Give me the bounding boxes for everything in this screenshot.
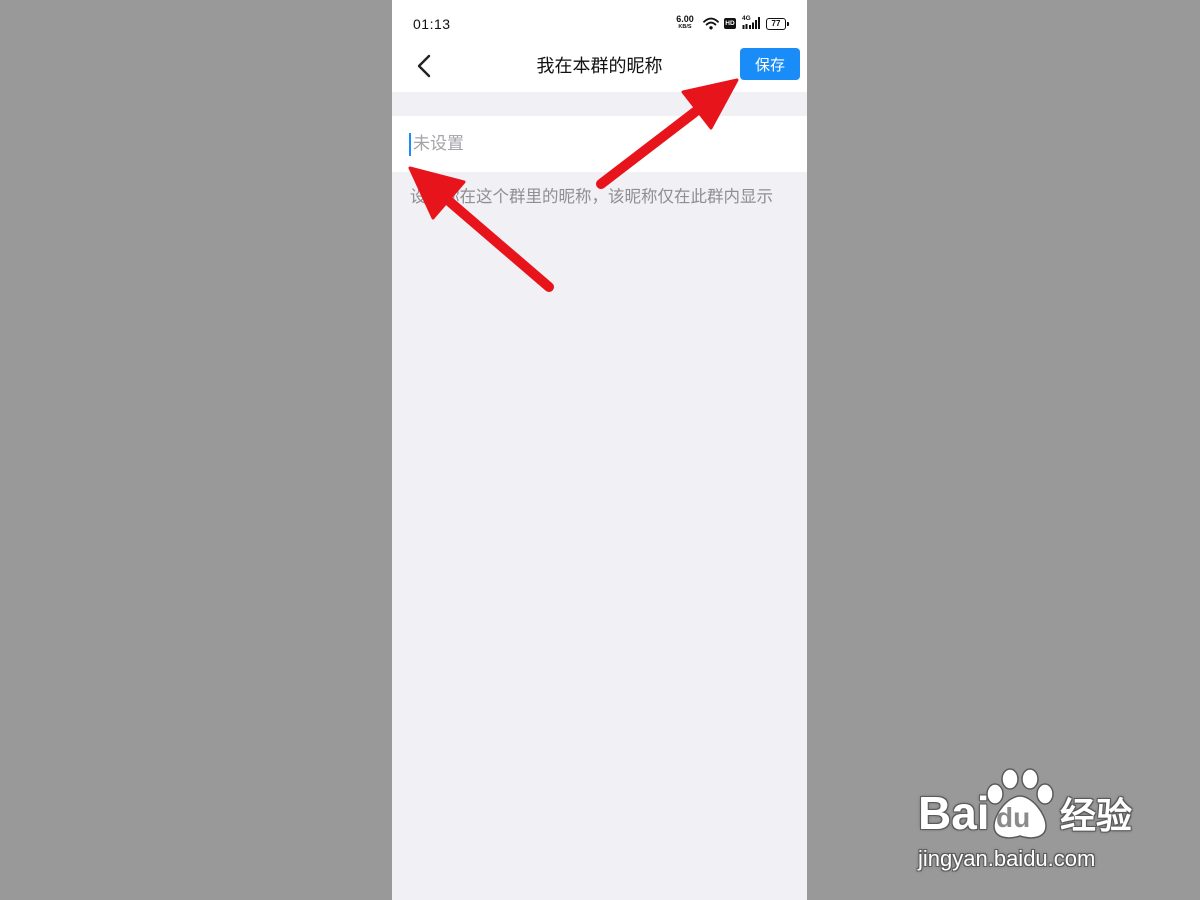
signal-bars-icon	[742, 17, 760, 29]
baidu-jingyan-watermark: Bai du 经验 jingyan.baidu.com	[916, 768, 1148, 876]
back-chevron-icon[interactable]	[416, 54, 432, 78]
hd-voice-badge: HD	[724, 18, 736, 29]
save-button[interactable]: 保存	[740, 48, 800, 80]
watermark-brand-right: 经验	[1060, 795, 1133, 836]
nickname-input-row[interactable]	[392, 116, 807, 172]
status-time: 01:13	[413, 16, 451, 32]
wifi-icon	[703, 17, 719, 30]
top-bar: 01:13 6.00 KB/S HD 4G 77 我在本群的昵称 保存	[392, 0, 807, 92]
text-caret	[409, 133, 411, 156]
watermark-brand-left: Bai	[918, 787, 990, 839]
battery-icon: 77	[766, 18, 789, 30]
network-speed-unit: KB/S	[678, 24, 692, 30]
nickname-hint-text: 设置你在这个群里的昵称，该昵称仅在此群内显示	[410, 188, 773, 206]
watermark-url: jingyan.baidu.com	[918, 846, 1096, 871]
network-speed-value: 6.00	[676, 14, 694, 24]
network-speed-indicator: 6.00 KB/S	[674, 15, 696, 31]
watermark-brand-paw-text: du	[996, 802, 1031, 833]
nickname-input[interactable]	[392, 116, 807, 172]
phone-screen: 01:13 6.00 KB/S HD 4G 77 我在本群的昵称 保存 未设置 …	[392, 0, 807, 900]
cell-signal-icon: 4G	[742, 15, 760, 30]
page-title: 我在本群的昵称	[536, 56, 663, 76]
